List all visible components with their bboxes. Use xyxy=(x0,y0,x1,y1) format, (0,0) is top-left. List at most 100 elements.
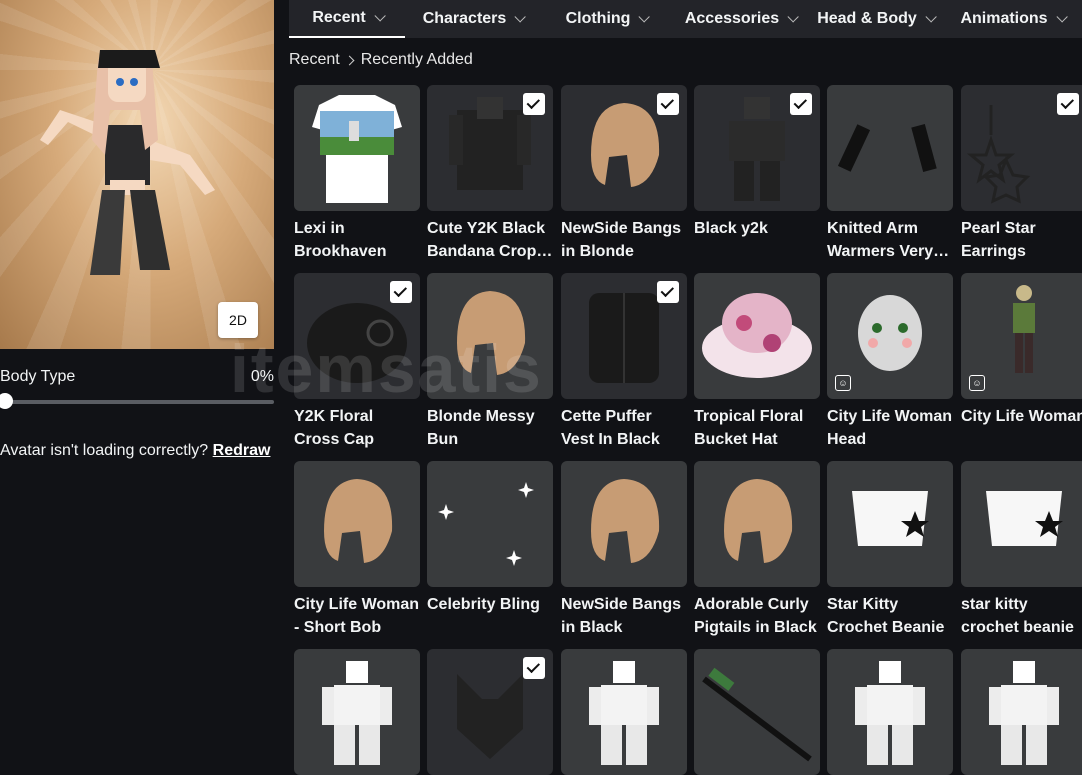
bucket-hat-icon xyxy=(694,273,820,399)
hair-icon xyxy=(427,273,553,399)
item-thumbnail[interactable] xyxy=(694,85,820,211)
checkmark-icon[interactable] xyxy=(657,281,679,303)
item-name: NewSide Bangs in Black xyxy=(561,596,682,636)
item-tile[interactable]: ☺ City Life Woman xyxy=(961,273,1082,453)
item-tile[interactable] xyxy=(427,649,553,775)
breadcrumb-root[interactable]: Recent xyxy=(289,51,340,69)
item-tile[interactable]: City Life Woman - Short Bob xyxy=(294,461,420,641)
item-thumbnail[interactable] xyxy=(961,461,1082,587)
item-thumbnail[interactable] xyxy=(294,461,420,587)
item-thumbnail[interactable] xyxy=(427,461,553,587)
item-thumbnail[interactable] xyxy=(427,273,553,399)
item-tile[interactable]: Black y2k xyxy=(694,85,820,265)
tab-accessories[interactable]: Accessories xyxy=(672,0,808,38)
item-thumbnail[interactable] xyxy=(694,273,820,399)
item-thumbnail[interactable] xyxy=(294,85,420,211)
item-tile[interactable]: Pearl Star Earrings xyxy=(961,85,1082,265)
item-name: Knitted Arm Warmers Very Black xyxy=(827,220,934,260)
item-name: Star Kitty Crochet Beanie xyxy=(827,596,945,636)
hair-icon xyxy=(694,461,820,587)
item-thumbnail[interactable]: ☺ xyxy=(827,273,953,399)
item-name: Celebrity Bling xyxy=(427,596,540,613)
redraw-prompt: Avatar isn't loading correctly? xyxy=(0,442,209,459)
item-thumbnail[interactable] xyxy=(561,273,687,399)
checkmark-icon[interactable] xyxy=(390,281,412,303)
item-tile[interactable]: Cute Y2K Black Bandana Crop Top xyxy=(427,85,553,265)
item-tile[interactable]: Blonde Messy Bun xyxy=(427,273,553,453)
chevron-down-icon xyxy=(514,11,527,23)
item-thumbnail[interactable] xyxy=(294,273,420,399)
redraw-link[interactable]: Redraw xyxy=(213,442,271,459)
item-name: Y2K Floral Cross Cap xyxy=(294,408,375,448)
item-tile[interactable] xyxy=(694,649,820,775)
tab-label: Accessories xyxy=(684,10,780,27)
item-thumbnail[interactable] xyxy=(561,85,687,211)
item-name: NewSide Bangs in Blonde xyxy=(561,220,682,260)
item-tile[interactable]: Adorable Curly Pigtails in Black xyxy=(694,461,820,641)
redraw-row: Avatar isn't loading correctly? Redraw xyxy=(0,442,274,460)
item-thumbnail[interactable] xyxy=(827,85,953,211)
checkmark-icon[interactable] xyxy=(1057,93,1079,115)
tab-head-body[interactable]: Head & Body xyxy=(808,0,942,38)
item-thumbnail[interactable] xyxy=(961,649,1082,775)
item-tile[interactable] xyxy=(827,649,953,775)
item-tile[interactable]: Tropical Floral Bucket Hat xyxy=(694,273,820,453)
item-thumbnail[interactable] xyxy=(427,85,553,211)
item-tile[interactable] xyxy=(561,649,687,775)
checkmark-icon[interactable] xyxy=(657,93,679,115)
item-tile[interactable]: Star Kitty Crochet Beanie xyxy=(827,461,953,641)
item-tile[interactable]: star kitty crochet beanie xyxy=(961,461,1082,641)
2d-toggle-button[interactable]: 2D xyxy=(218,302,258,338)
tshirt-icon xyxy=(294,85,420,211)
item-name: City Life Woman xyxy=(961,408,1082,425)
item-thumbnail[interactable] xyxy=(294,649,420,775)
tab-label: Characters xyxy=(422,10,507,27)
item-thumbnail[interactable] xyxy=(561,461,687,587)
tab-label: Head & Body xyxy=(817,10,917,27)
checkmark-icon[interactable] xyxy=(523,93,545,115)
blocky-avatar-icon xyxy=(961,649,1082,775)
tab-recent[interactable]: Recent xyxy=(289,0,405,38)
checkmark-icon[interactable] xyxy=(790,93,812,115)
item-tile[interactable]: Knitted Arm Warmers Very Black xyxy=(827,85,953,265)
item-thumbnail[interactable]: ☺ xyxy=(961,273,1082,399)
item-tile[interactable]: Cette Puffer Vest In Black xyxy=(561,273,687,453)
item-tile[interactable]: Y2K Floral Cross Cap xyxy=(294,273,420,453)
body-type-slider-thumb[interactable] xyxy=(0,393,13,409)
body-type-slider-track[interactable] xyxy=(0,400,274,404)
tab-animations[interactable]: Animations xyxy=(942,0,1082,38)
avatar-3d-figure xyxy=(40,50,215,275)
tab-clothing[interactable]: Clothing xyxy=(540,0,672,38)
breadcrumb-current: Recently Added xyxy=(360,51,473,68)
item-name: Blonde Messy Bun xyxy=(427,408,535,448)
tab-characters[interactable]: Characters xyxy=(405,0,540,38)
item-thumbnail[interactable] xyxy=(961,85,1082,211)
checkmark-icon[interactable] xyxy=(523,657,545,679)
item-name: Pearl Star Earrings xyxy=(961,220,1036,260)
item-tile[interactable] xyxy=(294,649,420,775)
item-thumbnail[interactable] xyxy=(694,649,820,775)
avatar-preview[interactable]: 2D xyxy=(0,0,274,349)
item-thumbnail[interactable] xyxy=(427,649,553,775)
item-tile[interactable]: NewSide Bangs in Black xyxy=(561,461,687,641)
item-tile[interactable]: Celebrity Bling xyxy=(427,461,553,641)
category-tabs: Recent Characters Clothing Accessories H… xyxy=(289,0,1082,38)
item-name: Tropical Floral Bucket Hat xyxy=(694,408,804,448)
item-thumbnail[interactable] xyxy=(561,649,687,775)
tab-label: Animations xyxy=(960,10,1048,27)
item-name: City Life Woman Head xyxy=(827,408,953,448)
tab-label: Clothing xyxy=(565,10,631,27)
chevron-down-icon xyxy=(1056,11,1068,23)
item-thumbnail[interactable] xyxy=(827,649,953,775)
tab-label: Recent xyxy=(312,9,366,26)
item-thumbnail[interactable] xyxy=(694,461,820,587)
item-tile[interactable]: Lexi in Brookhaven xyxy=(294,85,420,265)
chevron-right-icon xyxy=(344,55,355,65)
chevron-down-icon xyxy=(925,11,937,23)
item-tile[interactable]: ☺ City Life Woman Head xyxy=(827,273,953,453)
item-thumbnail[interactable] xyxy=(827,461,953,587)
item-tile[interactable]: NewSide Bangs in Blonde xyxy=(561,85,687,265)
item-tile[interactable] xyxy=(961,649,1082,775)
sparkle-icon xyxy=(427,461,553,587)
blocky-avatar-icon xyxy=(827,649,953,775)
